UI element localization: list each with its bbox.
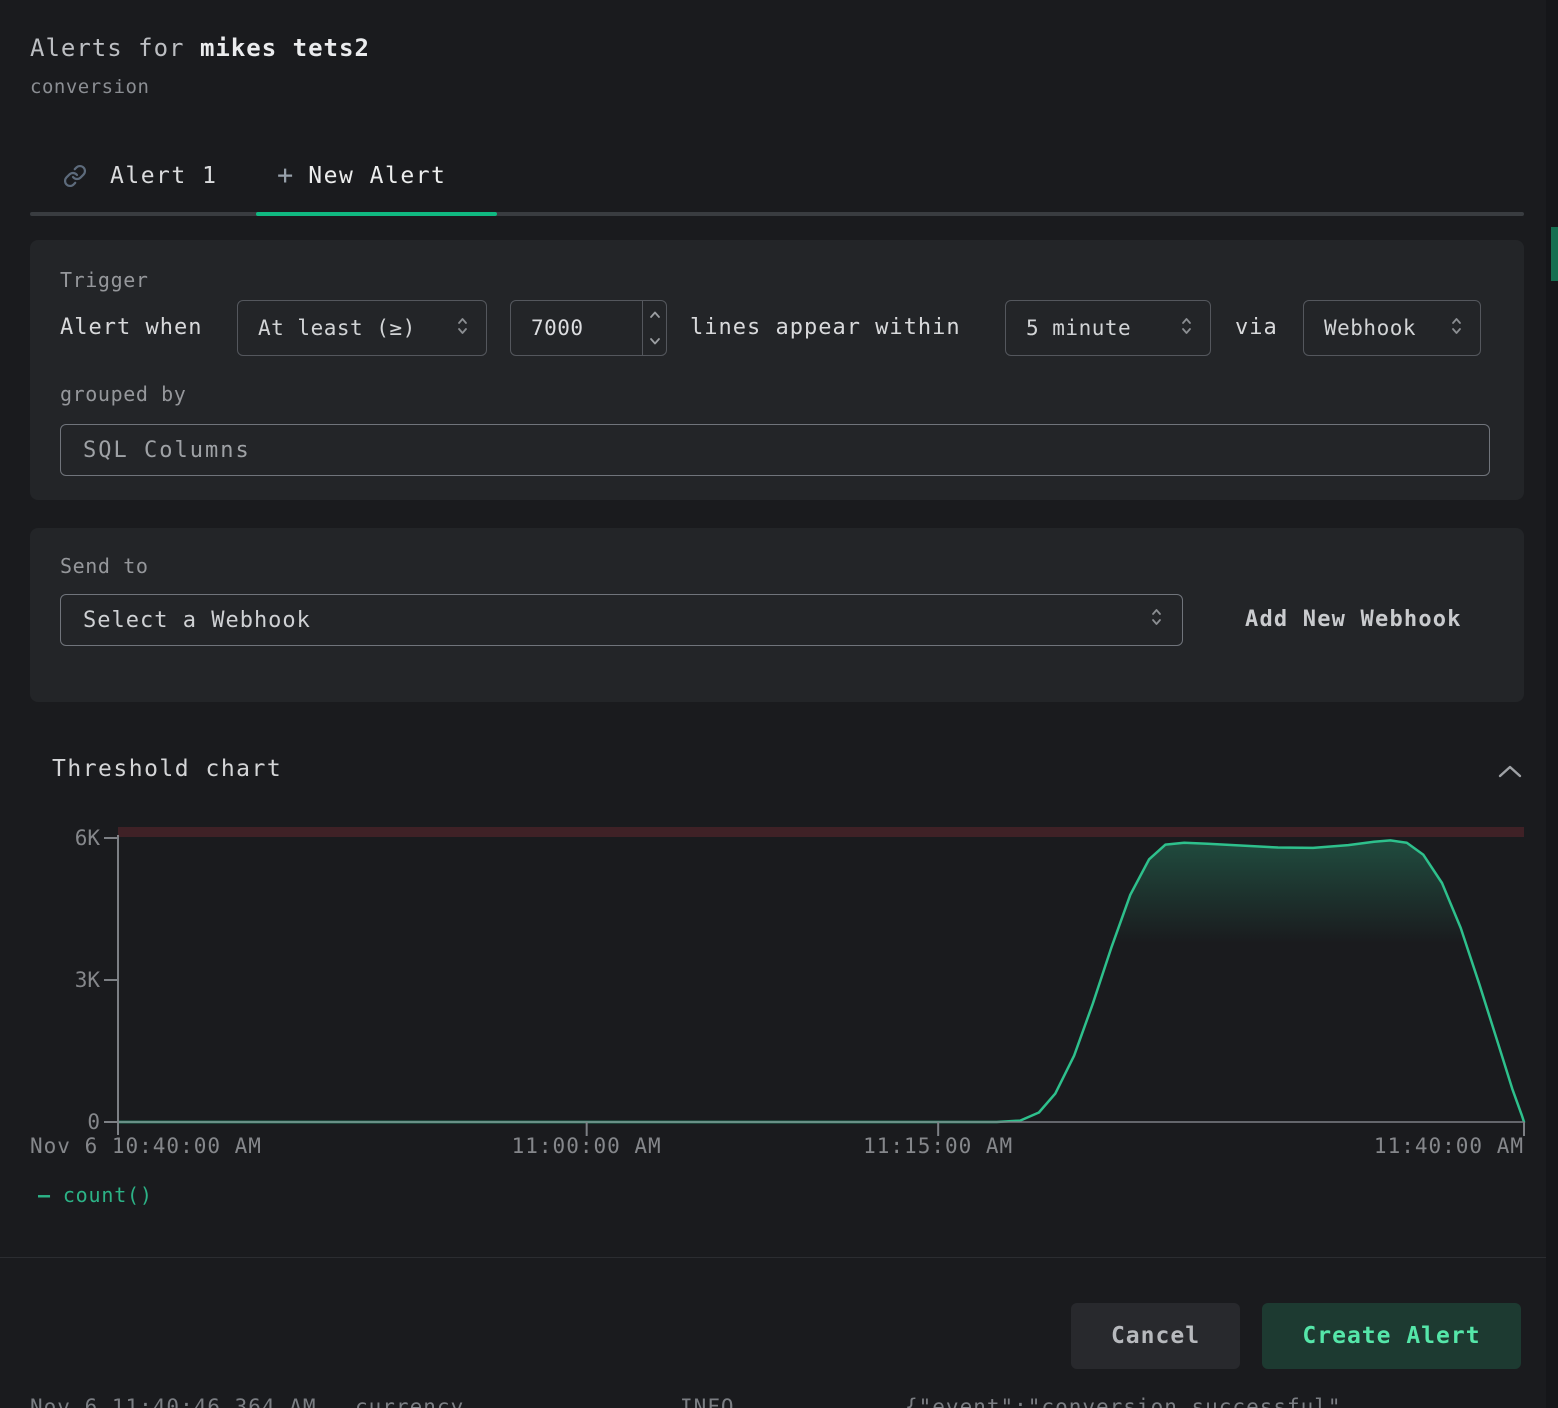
send-to-label: Send to (60, 554, 149, 578)
add-new-webhook-button[interactable]: Add New Webhook (1245, 594, 1462, 646)
comparator-select-value: At least (≥) (258, 316, 416, 340)
svg-text:11:15:00 AM: 11:15:00 AM (863, 1134, 1013, 1158)
stepper-down-button[interactable] (643, 328, 666, 355)
webhook-select-placeholder: Select a Webhook (83, 608, 311, 633)
trigger-section-label: Trigger (60, 268, 149, 292)
active-tab-indicator (256, 212, 497, 216)
svg-text:6K: 6K (75, 826, 101, 850)
stepper-up-button[interactable] (643, 301, 666, 328)
tab-new-alert[interactable]: + New Alert (277, 160, 446, 192)
legend-series-label: count() (63, 1183, 153, 1207)
webhook-select[interactable]: Select a Webhook (60, 594, 1183, 646)
threshold-chart: 0 3K 6K Nov 6 10:40:00 AM 11:00:00 AM 11:15:0… (0, 818, 1558, 1164)
trigger-panel: Trigger Alert when At least (≥) 7000 lin… (30, 240, 1524, 500)
plus-icon: + (277, 163, 293, 189)
comparator-select[interactable]: At least (≥) (237, 300, 487, 356)
svg-text:11:00:00 AM: 11:00:00 AM (512, 1134, 662, 1158)
page-edge-strip (1546, 0, 1558, 1408)
trigger-prefix-text: Alert when (60, 300, 202, 356)
svg-text:3K: 3K (75, 968, 101, 992)
threshold-number-input[interactable]: 7000 (510, 300, 667, 356)
send-to-panel: Send to Select a Webhook Add New Webhook (30, 528, 1524, 702)
chevron-updown-icon (1149, 606, 1164, 634)
log-service: currency (355, 1395, 464, 1408)
channel-select[interactable]: Webhook (1303, 300, 1481, 356)
cancel-button[interactable]: Cancel (1071, 1303, 1240, 1369)
threshold-number-value: 7000 (511, 301, 642, 355)
page-title-dataset-name: mikes tets2 (200, 34, 370, 62)
page-edge-green-sliver (1551, 227, 1558, 281)
window-select[interactable]: 5 minute (1005, 300, 1211, 356)
grouped-by-input[interactable] (60, 424, 1490, 476)
threshold-chart-svg: 0 3K 6K Nov 6 10:40:00 AM 11:00:00 AM 11:15:0… (0, 818, 1558, 1164)
footer-divider (0, 1257, 1558, 1258)
background-log-row: Nov 6 11:40:46.364 AM currency INFO {"ev… (0, 1393, 1558, 1408)
threshold-stepper (642, 301, 666, 355)
chart-legend: — count() (38, 1183, 153, 1207)
log-message: {"event":"conversion successful" (905, 1395, 1342, 1408)
chevron-up-icon (1497, 764, 1523, 780)
tab-new-alert-label: New Alert (308, 163, 446, 189)
legend-line-swatch: — (38, 1183, 51, 1207)
channel-select-value: Webhook (1324, 316, 1416, 340)
trigger-via-text: via (1235, 300, 1278, 356)
chevron-updown-icon (1449, 315, 1464, 342)
svg-text:Nov 6 10:40:00 AM: Nov 6 10:40:00 AM (30, 1134, 262, 1158)
tabs-underline (30, 212, 1524, 216)
trigger-middle-text: lines appear within (690, 300, 961, 356)
window-select-value: 5 minute (1026, 316, 1131, 340)
svg-text:0: 0 (87, 1110, 100, 1134)
chevron-updown-icon (455, 315, 470, 342)
log-level: INFO (680, 1395, 735, 1408)
threshold-chart-title: Threshold chart (52, 756, 282, 782)
grouped-by-label: grouped by (60, 382, 186, 406)
tab-alert-1-label: Alert 1 (110, 163, 217, 189)
svg-text:11:40:00 AM: 11:40:00 AM (1374, 1134, 1524, 1158)
link-icon (63, 164, 87, 188)
chevron-updown-icon (1179, 315, 1194, 342)
page-subtitle: conversion (30, 76, 149, 98)
tab-alert-1[interactable]: Alert 1 (63, 160, 217, 192)
page-title: Alerts for mikes tets2 (30, 34, 370, 62)
collapse-section-button[interactable] (1494, 758, 1526, 786)
create-alert-button[interactable]: Create Alert (1262, 1303, 1521, 1369)
log-timestamp: Nov 6 11:40:46.364 AM (30, 1395, 317, 1408)
page-title-prefix: Alerts for (30, 34, 185, 62)
